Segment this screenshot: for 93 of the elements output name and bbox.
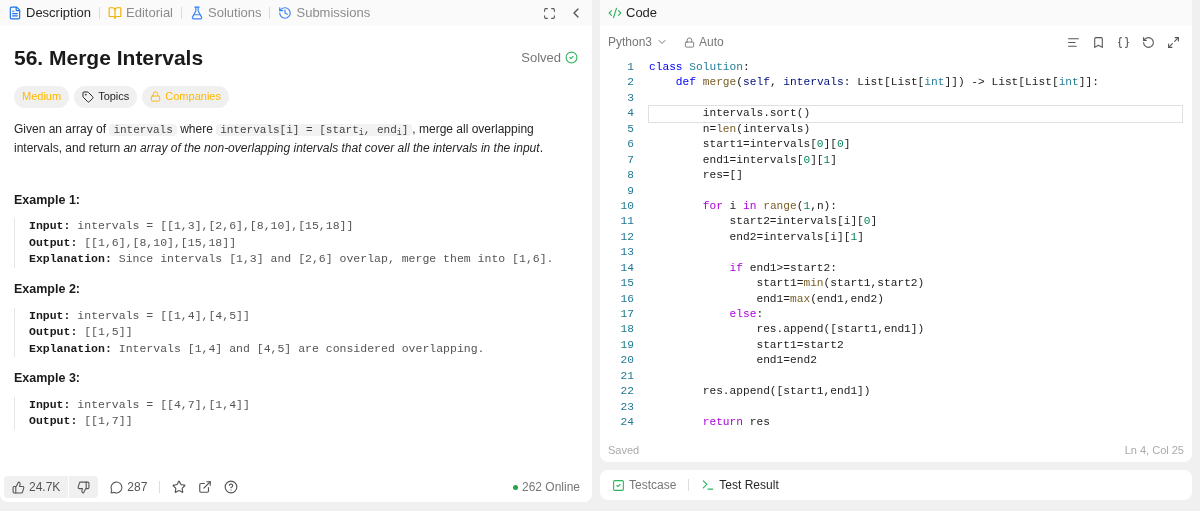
panel-tab[interactable]: Solutions xyxy=(190,3,262,23)
line-number: 23 xyxy=(619,399,634,415)
example-line: Output: [[1,6],[8,10],[15,18]] xyxy=(29,234,238,251)
line-number: 9 xyxy=(626,183,634,199)
line-number: 3 xyxy=(626,90,634,106)
line-number: 18 xyxy=(619,322,634,338)
line-number: 19 xyxy=(619,337,634,353)
expand-icon[interactable] xyxy=(1167,35,1180,49)
code-line: end2=intervals[i][1] xyxy=(728,229,865,245)
line-number: 7 xyxy=(626,152,634,168)
code-line: end1=end2 xyxy=(755,353,818,369)
code-line: return res xyxy=(701,415,771,431)
thumbs-down-icon xyxy=(77,480,91,494)
line-number: 1 xyxy=(626,60,634,75)
example-heading: Example 1: xyxy=(14,191,81,209)
code-icon xyxy=(608,6,622,20)
code-line: res.append([start1,end1]) xyxy=(701,384,872,400)
lock-icon xyxy=(150,91,162,102)
history-icon xyxy=(278,6,293,20)
line-number: 5 xyxy=(626,121,634,137)
save-status: Saved xyxy=(608,442,640,458)
code-line: n=len(intervals) xyxy=(701,121,812,137)
line-number: 10 xyxy=(619,198,634,214)
lock-icon xyxy=(684,36,696,48)
line-number: 8 xyxy=(626,168,634,184)
example-line: Input: intervals = [[1,4],[4,5]] xyxy=(29,307,251,324)
line-number: 17 xyxy=(619,307,634,322)
line-number: 16 xyxy=(619,291,634,307)
tag-chip[interactable]: Topics xyxy=(74,85,138,108)
example-line: Output: [[1,7]] xyxy=(29,413,134,430)
code-line: start2=intervals[i][0] xyxy=(728,214,879,230)
fullscreen-icon[interactable] xyxy=(543,6,556,20)
code-line: start1=min(start1,start2) xyxy=(755,276,926,292)
document-icon xyxy=(8,6,22,20)
code-line: start1=intervals[0][0] xyxy=(701,137,852,153)
star-icon[interactable] xyxy=(172,480,187,494)
share-icon[interactable] xyxy=(198,480,213,494)
problem-title: 56. Merge Intervals xyxy=(14,45,204,71)
example-heading: Example 3: xyxy=(14,370,81,387)
auto-mode: Auto xyxy=(684,33,724,51)
checkbox-icon xyxy=(612,478,625,492)
line-number: 11 xyxy=(619,214,634,230)
line-number: 20 xyxy=(619,353,634,369)
panel-tab[interactable]: Editorial xyxy=(108,3,173,23)
example-line: Explanation: Since intervals [1,3] and [2,6] overlap, merge them into [1,6]. xyxy=(29,251,555,268)
bookmark-icon[interactable] xyxy=(1092,35,1105,49)
terminal-icon xyxy=(701,478,716,492)
code-tab[interactable]: Code xyxy=(608,3,658,23)
example-line: Output: [[1,5]] xyxy=(29,324,134,340)
example-line: Explanation: Intervals [1,4] and [4,5] are considered overlapping. xyxy=(29,340,486,357)
tag-icon xyxy=(82,90,95,103)
panel-tab[interactable]: Submissions xyxy=(278,3,371,23)
panel-tab[interactable]: Description xyxy=(8,3,92,23)
language-dropdown[interactable]: Python3 xyxy=(608,33,669,51)
cursor-position: Ln 4, Col 25 xyxy=(1124,442,1184,458)
book-icon xyxy=(108,6,123,20)
example-line: Input: intervals = [[1,3],[2,6],[8,10],[15,18]] xyxy=(29,218,355,235)
example-heading: Example 2: xyxy=(14,280,81,298)
code-line: end1=max(end1,end2) xyxy=(755,291,885,307)
online-count: 262 Online xyxy=(512,478,580,496)
line-number: 13 xyxy=(619,245,634,261)
code-line: end1=intervals[0][1] xyxy=(701,152,838,168)
thumbs-up-icon xyxy=(12,480,25,494)
line-number: 4 xyxy=(626,106,634,122)
code-line: class Solution: xyxy=(649,60,751,75)
flask-icon xyxy=(190,6,204,20)
line-number: 14 xyxy=(619,260,634,276)
code-line: else: xyxy=(728,307,765,322)
braces-icon[interactable] xyxy=(1117,35,1130,49)
line-number: 22 xyxy=(619,384,634,400)
format-icon[interactable] xyxy=(1067,35,1080,49)
code-line: res=[] xyxy=(701,168,744,184)
solved-status: Solved xyxy=(521,48,578,68)
line-number: 6 xyxy=(626,137,634,153)
code-line: intervals.sort() xyxy=(649,106,1182,122)
example-line: Input: intervals = [[4,7],[1,4]] xyxy=(29,396,251,413)
line-number: 21 xyxy=(619,368,634,384)
code-line: for i in range(1,n): xyxy=(701,198,839,214)
help-icon[interactable] xyxy=(224,480,239,494)
code-line: res.append([start1,end1]) xyxy=(755,322,926,338)
line-number: 12 xyxy=(619,229,634,245)
code-line: if end1>=start2: xyxy=(728,260,838,276)
comment-icon xyxy=(110,480,124,494)
line-number: 24 xyxy=(619,415,634,431)
line-number: 15 xyxy=(619,276,634,292)
code-line: start1=start2 xyxy=(755,337,845,353)
problem-description: Given an array of intervals where intervals[i] = [start$_{i}$, end$_{i}$] , merge all overlapping intervals, and return an array of the non-overlapping intervals that cover all the intervals in the input. xyxy=(14,120,544,157)
reset-icon[interactable] xyxy=(1142,35,1155,49)
code-line: def merge(self, intervals: List[List[int]]) -> List[List[int]]: xyxy=(674,75,1100,91)
test-tab[interactable]: Testcase xyxy=(612,476,677,494)
comments-button[interactable]: 287 xyxy=(110,478,148,496)
test-tab[interactable]: Test Result xyxy=(701,476,779,494)
line-number: 2 xyxy=(626,75,634,91)
